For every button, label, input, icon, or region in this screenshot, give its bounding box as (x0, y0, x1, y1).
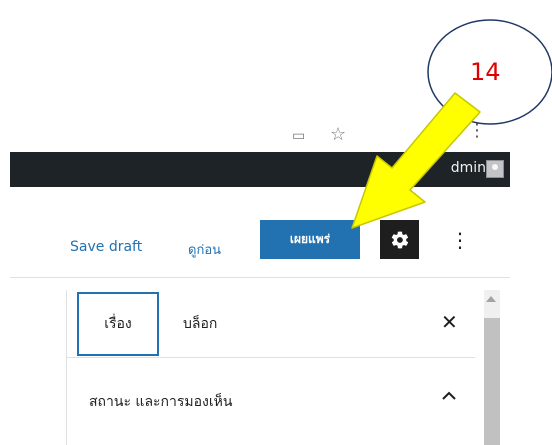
sidebar-tabs: เรื่อง บล็อก ✕ (67, 290, 475, 358)
avatar[interactable] (486, 160, 504, 178)
scroll-up-arrow-icon[interactable] (486, 296, 496, 302)
scrollbar-thumb[interactable] (484, 318, 500, 445)
preview-button[interactable]: ดูก่อน (188, 239, 221, 260)
publish-button[interactable]: เผยแพร่ (260, 220, 360, 259)
bookmark-star-icon[interactable]: ☆ (330, 124, 346, 145)
browser-menu-icon[interactable]: ⋮ (468, 120, 486, 141)
settings-sidebar: เรื่อง บล็อก ✕ สถานะ และการมองเห็น (66, 290, 475, 445)
status-visibility-panel-title[interactable]: สถานะ และการมองเห็น (89, 391, 232, 413)
tab-post[interactable]: เรื่อง (77, 292, 159, 356)
chevron-up-icon[interactable] (439, 386, 459, 406)
step-number-label: 14 (470, 58, 501, 86)
gear-icon (391, 231, 408, 248)
admin-bar: dmin (10, 152, 510, 187)
browser-toolbar: ▭ ☆ ⋮ (0, 118, 510, 153)
tab-block[interactable]: บล็อก (183, 292, 217, 356)
editor-header: Save draft ดูก่อน เผยแพร่ ⋮ (10, 187, 510, 278)
close-icon[interactable]: ✕ (441, 312, 458, 332)
vertical-ellipsis-icon[interactable]: ⋮ (450, 230, 470, 250)
save-draft-button[interactable]: Save draft (70, 239, 142, 255)
admin-account-label[interactable]: dmin (451, 160, 486, 176)
extension-icon[interactable]: ▭ (292, 128, 308, 144)
settings-button[interactable] (380, 220, 419, 259)
